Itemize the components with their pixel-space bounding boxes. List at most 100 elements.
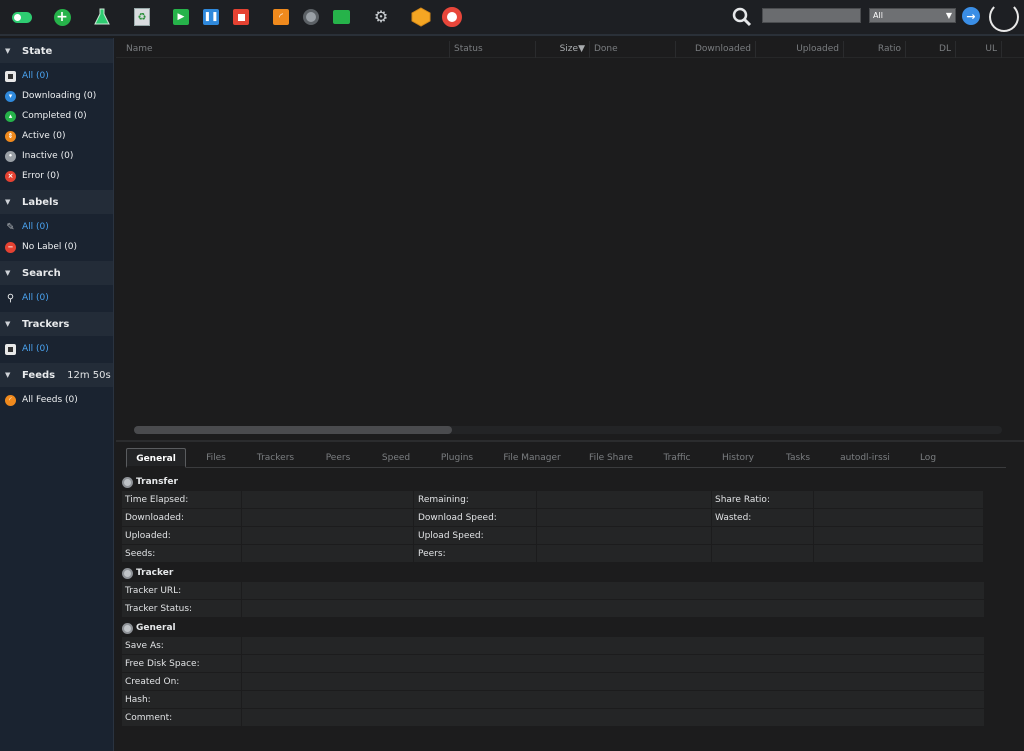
field-label: Share Ratio: bbox=[712, 491, 814, 509]
collapse-triangle-icon: ▼ bbox=[5, 269, 11, 277]
sidebar-item-label: All (0) bbox=[22, 344, 49, 354]
collapse-triangle-icon: ▼ bbox=[5, 47, 11, 55]
sidebar-item-no-label[interactable]: − No Label (0) bbox=[0, 237, 113, 257]
tab-trackers[interactable]: Trackers bbox=[248, 448, 303, 468]
cube-icon[interactable] bbox=[411, 7, 431, 27]
sidebar-item-error[interactable]: × Error (0) bbox=[0, 166, 113, 186]
all-icon bbox=[5, 343, 16, 355]
column-header-ratio[interactable]: Ratio bbox=[844, 41, 906, 58]
stop-icon[interactable] bbox=[231, 7, 251, 27]
field-value bbox=[537, 527, 712, 545]
sidebar-header-labels[interactable]: ▼ Labels bbox=[0, 190, 113, 214]
feeds-refresh-timer: 12m 50s bbox=[67, 369, 111, 381]
field-value bbox=[814, 545, 984, 563]
search-go-button[interactable]: → bbox=[962, 7, 980, 25]
field-value bbox=[242, 691, 984, 709]
sidebar-item-label: Active (0) bbox=[22, 131, 66, 141]
sidebar-item-inactive[interactable]: • Inactive (0) bbox=[0, 146, 113, 166]
sidebar-header-feeds[interactable]: ▼ Feeds 12m 50s bbox=[0, 363, 113, 387]
column-header-dl[interactable]: DL bbox=[906, 41, 956, 58]
section-title: Transfer bbox=[136, 477, 178, 487]
download-arrow-icon: ▾ bbox=[5, 90, 16, 102]
tab-speed[interactable]: Speed bbox=[372, 448, 420, 468]
all-icon bbox=[5, 70, 16, 82]
field-value bbox=[814, 491, 984, 509]
sidebar-item-downloading[interactable]: ▾ Downloading (0) bbox=[0, 86, 113, 106]
horizontal-scrollbar[interactable] bbox=[134, 426, 1002, 434]
column-header-uploaded[interactable]: Uploaded bbox=[756, 41, 844, 58]
tab-plugins[interactable]: Plugins bbox=[430, 448, 484, 468]
tab-file-manager[interactable]: File Manager bbox=[494, 448, 570, 468]
sidebar-item-trackers-all[interactable]: All (0) bbox=[0, 339, 113, 359]
field-value bbox=[242, 637, 984, 655]
sidebar-item-search-all[interactable]: ⚲ All (0) bbox=[0, 288, 113, 308]
disk-icon[interactable] bbox=[301, 7, 321, 27]
pause-icon[interactable]: ❚❚ bbox=[201, 7, 221, 27]
sidebar-item-state-all[interactable]: All (0) bbox=[0, 66, 113, 86]
transfer-row: Seeds: Peers: bbox=[122, 545, 984, 563]
column-header-size[interactable]: Size▼ bbox=[536, 41, 590, 58]
inactive-dot-icon: • bbox=[5, 150, 16, 162]
add-torrent-icon[interactable]: + bbox=[52, 7, 72, 27]
sidebar-header-search[interactable]: ▼ Search bbox=[0, 261, 113, 285]
collapse-triangle-icon: ▼ bbox=[5, 320, 11, 328]
gear-icon bbox=[122, 622, 133, 634]
tab-tasks[interactable]: Tasks bbox=[774, 448, 822, 468]
transfer-row: Uploaded: Upload Speed: bbox=[122, 527, 984, 545]
start-icon[interactable]: ▶ bbox=[171, 7, 191, 27]
sidebar-item-label: Downloading (0) bbox=[22, 91, 97, 101]
field-value bbox=[242, 582, 984, 600]
gear-icon bbox=[122, 567, 133, 579]
sidebar-item-completed[interactable]: ▴ Completed (0) bbox=[0, 106, 113, 126]
sidebar-item-label: All Feeds (0) bbox=[22, 395, 78, 405]
search-input[interactable] bbox=[762, 8, 861, 23]
column-header-status[interactable]: Status bbox=[450, 41, 536, 58]
flask-icon[interactable] bbox=[92, 7, 112, 27]
tab-history[interactable]: History bbox=[712, 448, 764, 468]
column-header-downloaded[interactable]: Downloaded bbox=[676, 41, 756, 58]
field-label: Time Elapsed: bbox=[122, 491, 242, 509]
general-row: Hash: bbox=[122, 691, 984, 709]
details-tabs: General Files Trackers Peers Speed Plugi… bbox=[126, 448, 1006, 468]
lifebuoy-icon[interactable] bbox=[442, 7, 462, 27]
sidebar-header-state[interactable]: ▼ State bbox=[0, 39, 113, 63]
column-header-name[interactable]: Name bbox=[122, 41, 450, 58]
sidebar-header-trackers[interactable]: ▼ Trackers bbox=[0, 312, 113, 336]
sidebar-item-active[interactable]: ⇕ Active (0) bbox=[0, 126, 113, 146]
tab-traffic[interactable]: Traffic bbox=[652, 448, 702, 468]
sidebar-item-label: Inactive (0) bbox=[22, 151, 74, 161]
sidebar-item-label: All (0) bbox=[22, 222, 49, 232]
sidebar-header-label: State bbox=[22, 45, 53, 57]
scrollbar-thumb[interactable] bbox=[134, 426, 452, 434]
error-x-icon: × bbox=[5, 170, 16, 182]
field-value bbox=[242, 509, 414, 527]
tab-general[interactable]: General bbox=[126, 448, 186, 468]
rss-icon[interactable]: ◜ bbox=[271, 7, 291, 27]
field-value bbox=[242, 673, 984, 691]
tab-files[interactable]: Files bbox=[196, 448, 236, 468]
settings-gear-icon[interactable]: ⚙ bbox=[371, 7, 391, 27]
sidebar-item-all-feeds[interactable]: ◜ All Feeds (0) bbox=[0, 390, 113, 410]
column-header-done[interactable]: Done bbox=[590, 41, 676, 58]
magnifier-icon: ⚲ bbox=[6, 292, 15, 304]
sidebar: ▼ State All (0) ▾ Downloading (0) ▴ Comp… bbox=[0, 38, 114, 751]
tab-file-share[interactable]: File Share bbox=[580, 448, 642, 468]
tab-autodl-irssi[interactable]: autodl-irssi bbox=[832, 448, 898, 468]
field-label: Seeds: bbox=[122, 545, 242, 563]
tab-log[interactable]: Log bbox=[908, 448, 948, 468]
general-row: Free Disk Space: bbox=[122, 655, 984, 673]
field-label bbox=[712, 527, 814, 545]
toolbar: + ♻ ▶ ❚❚ ◜ ⚙ All ▼ → bbox=[0, 0, 1024, 36]
search-filter-select[interactable]: All ▼ bbox=[869, 8, 956, 23]
toggle-icon[interactable] bbox=[12, 7, 32, 27]
sidebar-item-label: Completed (0) bbox=[22, 111, 87, 121]
sidebar-item-label: No Label (0) bbox=[22, 242, 77, 252]
column-header-ul[interactable]: UL bbox=[956, 41, 1002, 58]
recycle-icon[interactable]: ♻ bbox=[132, 7, 152, 27]
tab-peers[interactable]: Peers bbox=[314, 448, 362, 468]
sidebar-item-labels-all[interactable]: ✎ All (0) bbox=[0, 217, 113, 237]
chat-icon[interactable] bbox=[331, 7, 351, 27]
field-label: Download Speed: bbox=[415, 509, 537, 527]
tracker-row: Tracker Status: bbox=[122, 600, 984, 618]
search-icon[interactable] bbox=[732, 7, 752, 27]
